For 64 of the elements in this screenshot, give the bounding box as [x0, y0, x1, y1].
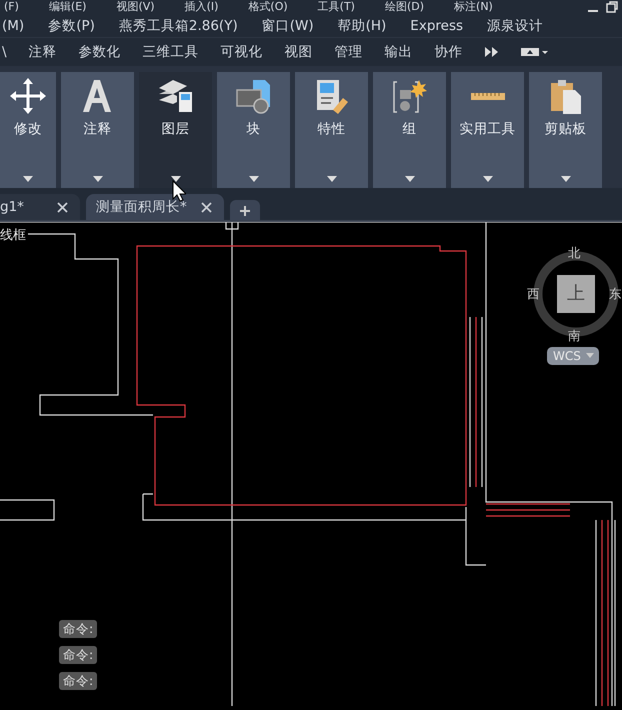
- close-icon[interactable]: [200, 202, 212, 212]
- menu-item[interactable]: 工具(T): [318, 0, 355, 14]
- panel-label: 图层: [162, 120, 190, 139]
- menu-item[interactable]: (F): [4, 0, 19, 14]
- ribbon-tab[interactable]: 协作: [434, 42, 463, 62]
- ribbon-panel[interactable]: 修改: [0, 72, 56, 188]
- close-icon[interactable]: [57, 202, 68, 212]
- document-tab[interactable]: 测量面积周长*: [86, 194, 224, 220]
- group-icon: [391, 78, 428, 115]
- layers-icon: [157, 78, 194, 115]
- panel-label: 注释: [84, 120, 112, 139]
- ruler-icon: [470, 93, 504, 100]
- compass-direction[interactable]: 北: [568, 244, 581, 263]
- ribbon-panel[interactable]: 实用工具: [451, 72, 524, 188]
- ribbon-tab[interactable]: 输出: [384, 42, 413, 62]
- menu-item[interactable]: 格式(O): [248, 0, 288, 14]
- ribbon-tab[interactable]: 注释: [28, 42, 57, 62]
- panel-label: 剪贴板: [544, 120, 586, 139]
- panel-toggle-icon[interactable]: [520, 47, 549, 57]
- menu-item[interactable]: 视图(V): [116, 0, 155, 14]
- menu-item[interactable]: 窗口(W): [262, 14, 314, 37]
- more-tabs-icon[interactable]: [484, 47, 499, 57]
- panel-label: 修改: [14, 120, 42, 139]
- menu-item[interactable]: 插入(I): [184, 0, 218, 14]
- panel-label: 组: [402, 120, 416, 139]
- mouse-cursor-icon: [172, 180, 186, 202]
- ribbon-tab[interactable]: 视图: [284, 42, 313, 62]
- menu-item[interactable]: 标注(N): [454, 0, 493, 14]
- compass-direction[interactable]: 西: [527, 285, 540, 304]
- menu-item[interactable]: 绘图(D): [384, 0, 424, 14]
- ribbon-panel[interactable]: 组: [373, 72, 446, 188]
- viewcube-face[interactable]: 上: [557, 275, 595, 313]
- panel-label: 特性: [318, 120, 346, 139]
- ribbon-tab[interactable]: 参数化: [78, 42, 121, 62]
- compass-direction[interactable]: 东: [609, 285, 622, 304]
- move-icon: [10, 78, 46, 115]
- ribbon-tab[interactable]: \: [2, 42, 7, 62]
- ribbon-panel[interactable]: 注释: [61, 72, 134, 188]
- document-tab[interactable]: g1*: [0, 194, 80, 220]
- menu-item[interactable]: 帮助(H): [338, 14, 386, 37]
- menu-item[interactable]: 参数(P): [48, 14, 95, 37]
- tab-label: 测量面积周长*: [96, 198, 187, 217]
- panel-label: 实用工具: [460, 120, 516, 139]
- caret-icon: [586, 353, 594, 358]
- menu-item[interactable]: Express: [410, 14, 464, 37]
- ribbon-panel[interactable]: 剪贴板: [529, 72, 602, 188]
- menu-item[interactable]: (M): [2, 14, 24, 37]
- menu-item[interactable]: 燕秀工具箱2.86(Y): [118, 14, 238, 37]
- restore-icon[interactable]: [606, 1, 618, 13]
- plus-icon: [240, 206, 250, 216]
- ribbon-panel[interactable]: 图层: [139, 72, 212, 188]
- compass-direction[interactable]: 南: [568, 327, 581, 346]
- new-tab-button[interactable]: [230, 200, 260, 220]
- panel-label: 块: [246, 120, 260, 139]
- tab-label: g1*: [0, 198, 24, 217]
- ribbon-tab[interactable]: 管理: [334, 42, 363, 62]
- menu-item[interactable]: 源泉设计: [487, 14, 544, 37]
- menu-item[interactable]: 编辑(E): [48, 0, 86, 14]
- ribbon-panel[interactable]: 特性: [295, 72, 368, 188]
- ribbon-tab[interactable]: 可视化: [220, 42, 263, 62]
- dropdown-arrow-icon[interactable]: [170, 176, 180, 182]
- ribbon-tab[interactable]: 三维工具: [142, 42, 199, 62]
- ribbon-panel[interactable]: 块: [217, 72, 290, 188]
- block-icon: [235, 78, 272, 115]
